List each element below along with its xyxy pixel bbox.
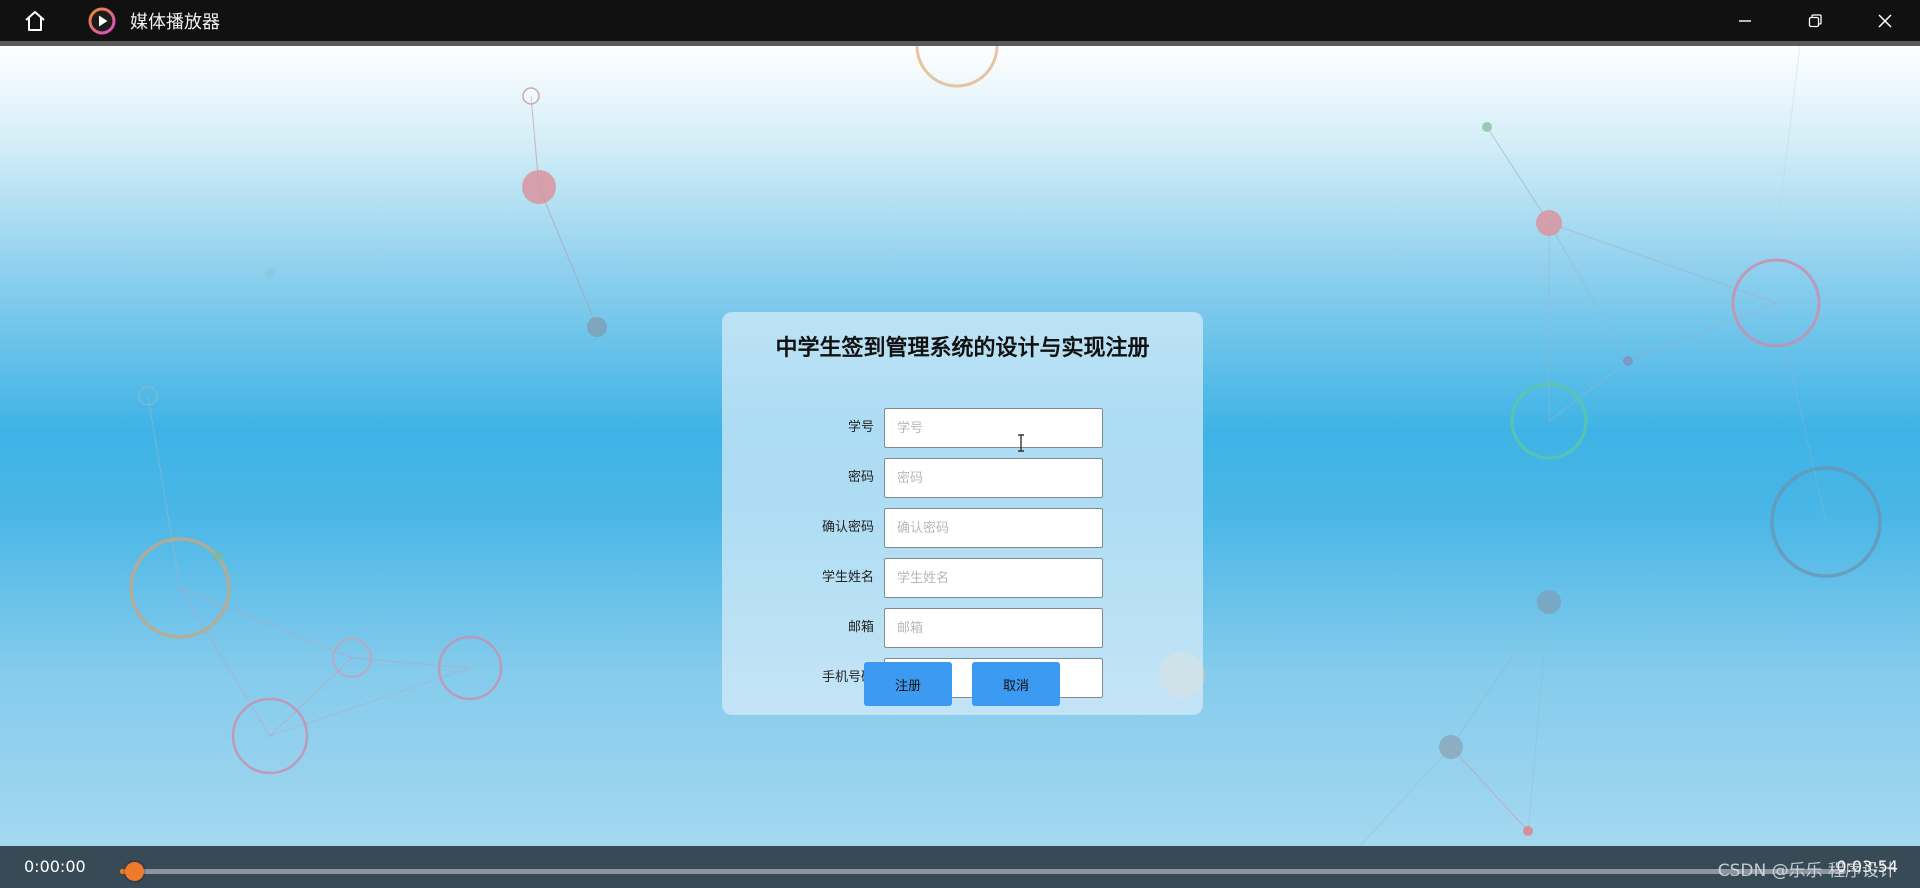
seek-bar[interactable]: [120, 862, 1846, 881]
form-actions-layer: 注册 取消: [722, 312, 1203, 715]
register-button[interactable]: 注册: [864, 662, 952, 706]
restore-button[interactable]: [1780, 0, 1850, 41]
window-controls: [1710, 0, 1920, 41]
minimize-icon: [1739, 19, 1751, 22]
current-time: 0:00:00: [24, 857, 86, 876]
minimize-button[interactable]: [1710, 0, 1780, 41]
watermark: CSDN @乐乐 程序设计: [1717, 861, 1896, 881]
media-player-logo-icon: [88, 7, 116, 34]
playback-control-bar: 0:00:00 0:03:54: [0, 846, 1920, 888]
home-icon: [25, 10, 45, 31]
seek-thumb[interactable]: [124, 862, 144, 881]
cancel-button[interactable]: 取消: [972, 662, 1060, 706]
close-button[interactable]: [1850, 0, 1920, 41]
restore-icon: [1808, 13, 1822, 27]
title-bar: 媒体播放器: [0, 0, 1920, 41]
app-title: 媒体播放器: [130, 11, 220, 33]
close-icon: [1878, 13, 1892, 28]
home-button[interactable]: [0, 0, 70, 41]
